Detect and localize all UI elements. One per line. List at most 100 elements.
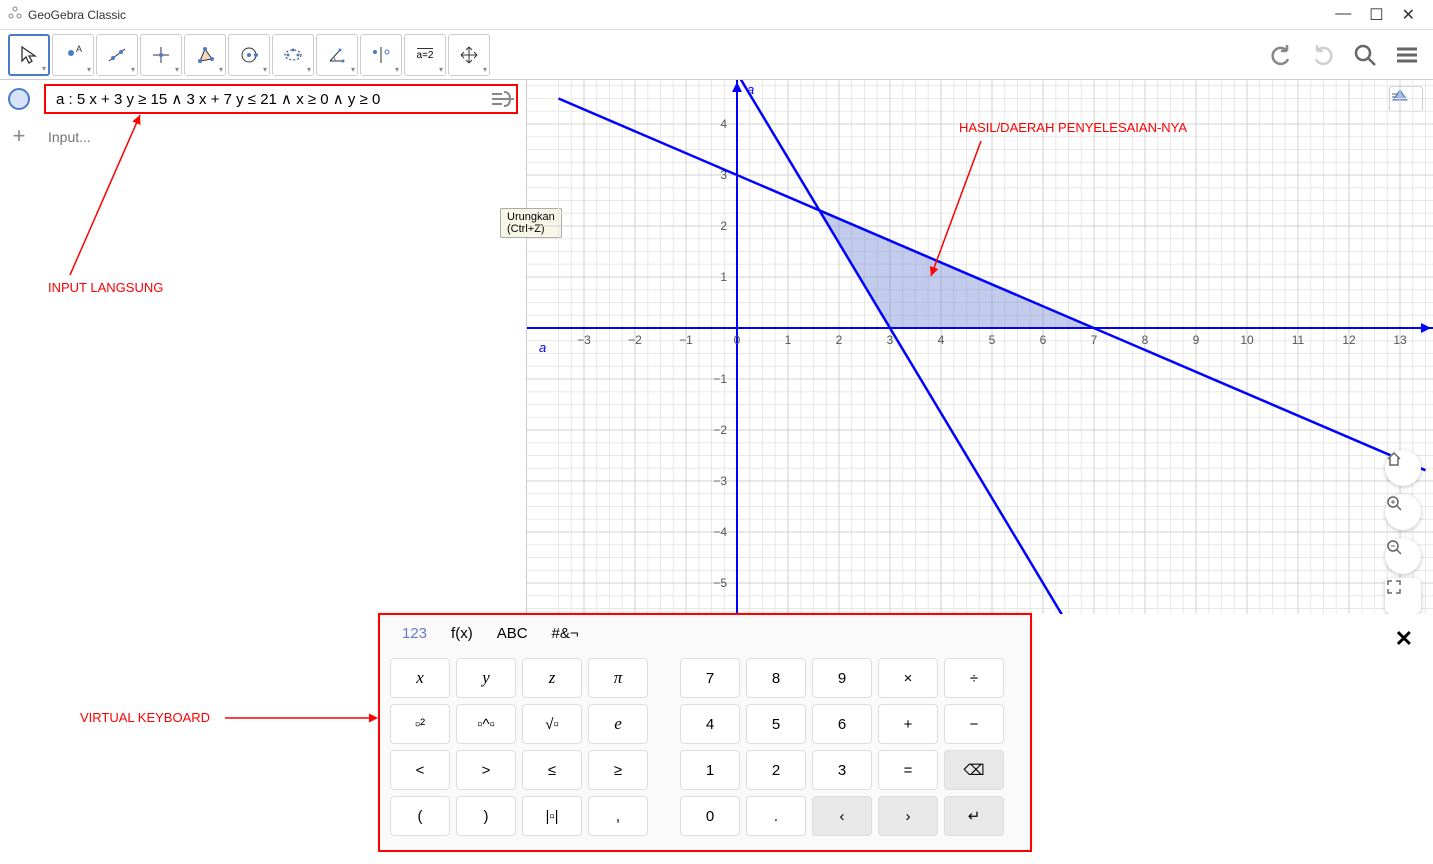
- key-6[interactable]: 6: [812, 704, 872, 744]
- svg-text:4: 4: [938, 333, 945, 347]
- key-<[interactable]: <: [390, 750, 450, 790]
- key-4[interactable]: 4: [680, 704, 740, 744]
- angle-tool[interactable]: ▾: [316, 34, 358, 76]
- svg-text:12: 12: [1342, 333, 1356, 347]
- key-e[interactable]: e: [588, 704, 648, 744]
- redo-button[interactable]: [1305, 37, 1341, 73]
- key-0[interactable]: 0: [680, 796, 740, 836]
- key-|▫|[interactable]: |▫|: [522, 796, 582, 836]
- key-z[interactable]: z: [522, 658, 582, 698]
- algebra-panel: a : 5 x + 3 y ≥ 15 ∧ 3 x + 7 y ≤ 21 ∧ x …: [0, 80, 527, 614]
- svg-text:−3: −3: [713, 474, 727, 488]
- key-+[interactable]: +: [878, 704, 938, 744]
- svg-text:−1: −1: [679, 333, 693, 347]
- minimize-button[interactable]: —: [1335, 5, 1351, 25]
- svg-text:4: 4: [720, 117, 727, 131]
- svg-text:3: 3: [887, 333, 894, 347]
- svg-text:2: 2: [720, 219, 727, 233]
- key-↵[interactable]: ↵: [944, 796, 1004, 836]
- add-object-button[interactable]: +: [8, 126, 30, 148]
- key-×[interactable]: ×: [878, 658, 938, 698]
- keyboard-tab-fx[interactable]: f(x): [451, 625, 473, 642]
- virtual-keyboard: 123 f(x) ABC #&¬ xyzπ789×÷ ▫²▫^▫√▫e456+− <…: [378, 613, 1032, 852]
- key-)[interactable]: ): [456, 796, 516, 836]
- svg-text:2: 2: [836, 333, 843, 347]
- key-([interactable]: (: [390, 796, 450, 836]
- svg-text:5: 5: [989, 333, 996, 347]
- ellipse-tool[interactable]: ▾: [272, 34, 314, 76]
- line-tool[interactable]: ▾: [96, 34, 138, 76]
- key-=[interactable]: =: [878, 750, 938, 790]
- key-8[interactable]: 8: [746, 658, 806, 698]
- keyboard-close-button[interactable]: ✕: [1395, 626, 1413, 652]
- menu-button[interactable]: [1389, 37, 1425, 73]
- svg-text:11: 11: [1292, 333, 1305, 347]
- key-.[interactable]: .: [746, 796, 806, 836]
- key-‹[interactable]: ‹: [812, 796, 872, 836]
- annotation-input: INPUT LANGSUNG: [48, 280, 163, 295]
- circle-tool[interactable]: ▾: [228, 34, 270, 76]
- key-▫²[interactable]: ▫²: [390, 704, 450, 744]
- maximize-button[interactable]: ☐: [1369, 5, 1383, 25]
- zoom-in-button[interactable]: [1385, 494, 1421, 530]
- app-logo-icon: [8, 6, 22, 23]
- key-≥[interactable]: ≥: [588, 750, 648, 790]
- key-9[interactable]: 9: [812, 658, 872, 698]
- home-button[interactable]: [1385, 450, 1421, 486]
- key-›[interactable]: ›: [878, 796, 938, 836]
- key-√▫[interactable]: √▫: [522, 704, 582, 744]
- key-▫^▫[interactable]: ▫^▫: [456, 704, 516, 744]
- key-⌫[interactable]: ⌫: [944, 750, 1004, 790]
- point-tool[interactable]: A▾: [52, 34, 94, 76]
- key-2[interactable]: 2: [746, 750, 806, 790]
- perpendicular-tool[interactable]: ▾: [140, 34, 182, 76]
- svg-text:13: 13: [1393, 333, 1407, 347]
- svg-text:−2: −2: [628, 333, 642, 347]
- svg-text:1: 1: [720, 270, 727, 284]
- key-−[interactable]: −: [944, 704, 1004, 744]
- svg-text:7: 7: [1091, 333, 1098, 347]
- object-visibility-toggle[interactable]: [8, 88, 30, 110]
- svg-text:10: 10: [1240, 333, 1254, 347]
- svg-text:6: 6: [1040, 333, 1047, 347]
- svg-text:−1: −1: [713, 372, 727, 386]
- annotation-result: HASIL/DAERAH PENYELESAIAN-NYA: [959, 120, 1187, 135]
- keyboard-tab-sym[interactable]: #&¬: [552, 625, 579, 642]
- key->[interactable]: >: [456, 750, 516, 790]
- graphics-view[interactable]: −3−2−1012345678910111213−5−4−3−2−11234aa…: [527, 80, 1433, 614]
- svg-text:A: A: [76, 44, 82, 54]
- window-titlebar: GeoGebra Classic — ☐ ✕: [0, 0, 1433, 30]
- undo-button[interactable]: [1263, 37, 1299, 73]
- symbolic-toggle[interactable]: [488, 86, 518, 112]
- key-x[interactable]: x: [390, 658, 450, 698]
- reflect-tool[interactable]: ▾: [360, 34, 402, 76]
- keyboard-tabs: 123 f(x) ABC #&¬: [380, 615, 1030, 652]
- key-y[interactable]: y: [456, 658, 516, 698]
- key-3[interactable]: 3: [812, 750, 872, 790]
- zoom-out-button[interactable]: [1385, 538, 1421, 574]
- key-1[interactable]: 1: [680, 750, 740, 790]
- key-÷[interactable]: ÷: [944, 658, 1004, 698]
- annotation-keyboard: VIRTUAL KEYBOARD: [80, 710, 210, 725]
- svg-text:−3: −3: [577, 333, 591, 347]
- svg-text:0: 0: [734, 333, 741, 347]
- close-button[interactable]: ✕: [1402, 5, 1415, 25]
- fullscreen-button[interactable]: [1385, 578, 1421, 614]
- key-7[interactable]: 7: [680, 658, 740, 698]
- search-button[interactable]: [1347, 37, 1383, 73]
- svg-text:−4: −4: [713, 525, 727, 539]
- svg-text:−2: −2: [713, 423, 727, 437]
- key-5[interactable]: 5: [746, 704, 806, 744]
- keyboard-tab-123[interactable]: 123: [402, 625, 427, 642]
- move-view-tool[interactable]: ▾: [448, 34, 490, 76]
- keyboard-tab-abc[interactable]: ABC: [497, 625, 528, 642]
- move-tool[interactable]: ▾: [8, 34, 50, 76]
- svg-text:9: 9: [1193, 333, 1200, 347]
- svg-text:a: a: [539, 340, 546, 355]
- svg-text:1: 1: [785, 333, 792, 347]
- polygon-tool[interactable]: ▾: [184, 34, 226, 76]
- key-,[interactable]: ,: [588, 796, 648, 836]
- key-≤[interactable]: ≤: [522, 750, 582, 790]
- slider-tool[interactable]: a=2▾: [404, 34, 446, 76]
- key-π[interactable]: π: [588, 658, 648, 698]
